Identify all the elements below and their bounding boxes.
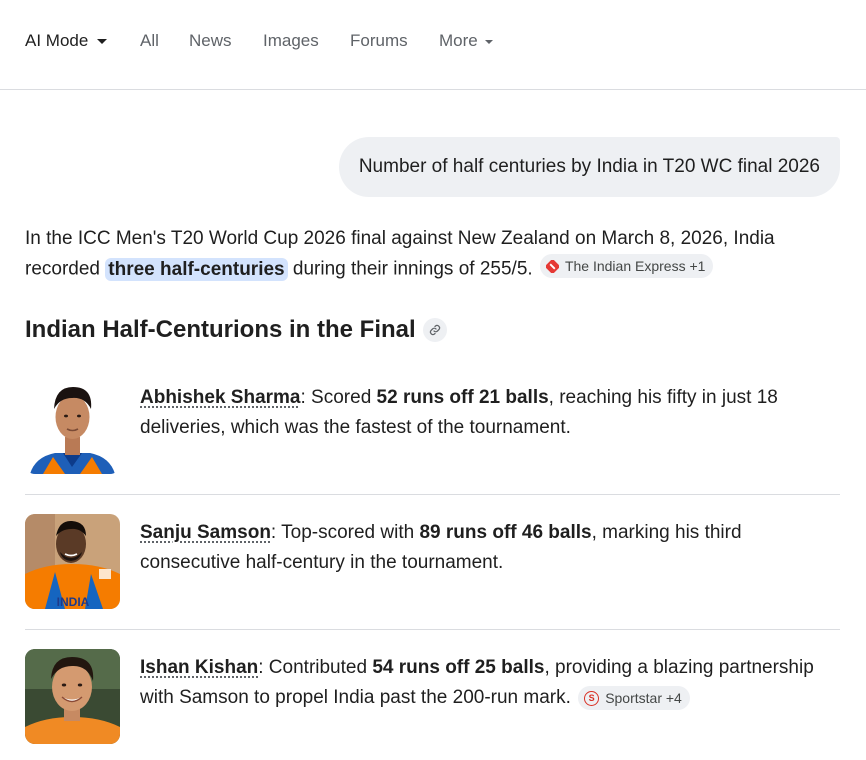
tab-label: More [439,31,478,50]
intro-text-end: during their innings of 255/5. [287,258,533,280]
source-chip[interactable]: S Sportstar +4 [578,686,690,710]
answer-intro: In the ICC Men's T20 World Cup 2026 fina… [25,224,845,285]
player-name-link[interactable]: Ishan Kishan [140,657,258,678]
player-photo-image: INDIA [25,514,120,609]
user-query-text: Number of half centuries by India in T20… [358,156,820,177]
tab-label: Images [263,31,319,50]
player-description: Ishan Kishan: Contributed 54 runs off 25… [140,653,830,713]
tab-images[interactable]: Images [263,31,319,51]
source-chip[interactable]: The Indian Express +1 [539,254,714,278]
link-icon [429,324,440,336]
source-chip-label: Sportstar +4 [605,690,682,706]
chevron-down-icon [484,39,493,44]
highlighted-answer[interactable]: three half-centuries [105,257,288,281]
player-photo-image [25,649,120,744]
player-photo[interactable]: INDIA [25,514,120,609]
player-photo[interactable] [25,379,120,474]
list-item: Ishan Kishan: Contributed 54 runs off 25… [25,630,840,755]
text: : Top-scored with [270,522,420,543]
list-item: INDIA Sanju Samson: Top-scored with 89 r… [25,495,840,630]
player-description: Sanju Samson: Top-scored with 89 runs of… [140,518,830,578]
player-name-link[interactable]: Abhishek Sharma [140,387,301,408]
source-chip-label: The Indian Express +1 [564,258,706,274]
player-stat: 89 runs off 46 balls [419,522,592,543]
search-tab-bar: AI Mode All News Images Forums More [0,0,866,90]
tab-news[interactable]: News [189,31,232,51]
tab-more[interactable]: More [439,31,493,51]
tab-ai-mode[interactable]: AI Mode [25,31,108,51]
svg-text:INDIA: INDIA [57,595,90,609]
player-description: Abhishek Sharma: Scored 52 runs off 21 b… [140,383,830,443]
section-heading: Indian Half-Centurions in the Final [25,316,447,344]
player-name-link[interactable]: Sanju Samson [140,522,271,543]
text: : Contributed [258,657,373,678]
player-photo[interactable] [25,649,120,744]
tab-label: AI Mode [25,31,89,50]
section-heading-text: Indian Half-Centurions in the Final [25,316,416,343]
tab-label: Forums [350,31,408,50]
player-stat: 54 runs off 25 balls [372,657,545,678]
link-button[interactable] [422,318,447,342]
user-query-bubble: Number of half centuries by India in T20… [338,137,840,197]
tab-label: News [189,31,232,50]
tab-forums[interactable]: Forums [350,31,408,51]
tab-all[interactable]: All [140,31,159,51]
sportstar-icon: S [584,690,600,706]
list-item: Abhishek Sharma: Scored 52 runs off 21 b… [25,375,840,495]
player-stat: 52 runs off 21 balls [376,387,549,408]
text: : Scored [300,387,377,408]
chevron-down-icon [97,39,108,44]
tab-label: All [140,31,159,50]
indian-express-icon [545,259,559,273]
player-photo-image [25,379,120,474]
